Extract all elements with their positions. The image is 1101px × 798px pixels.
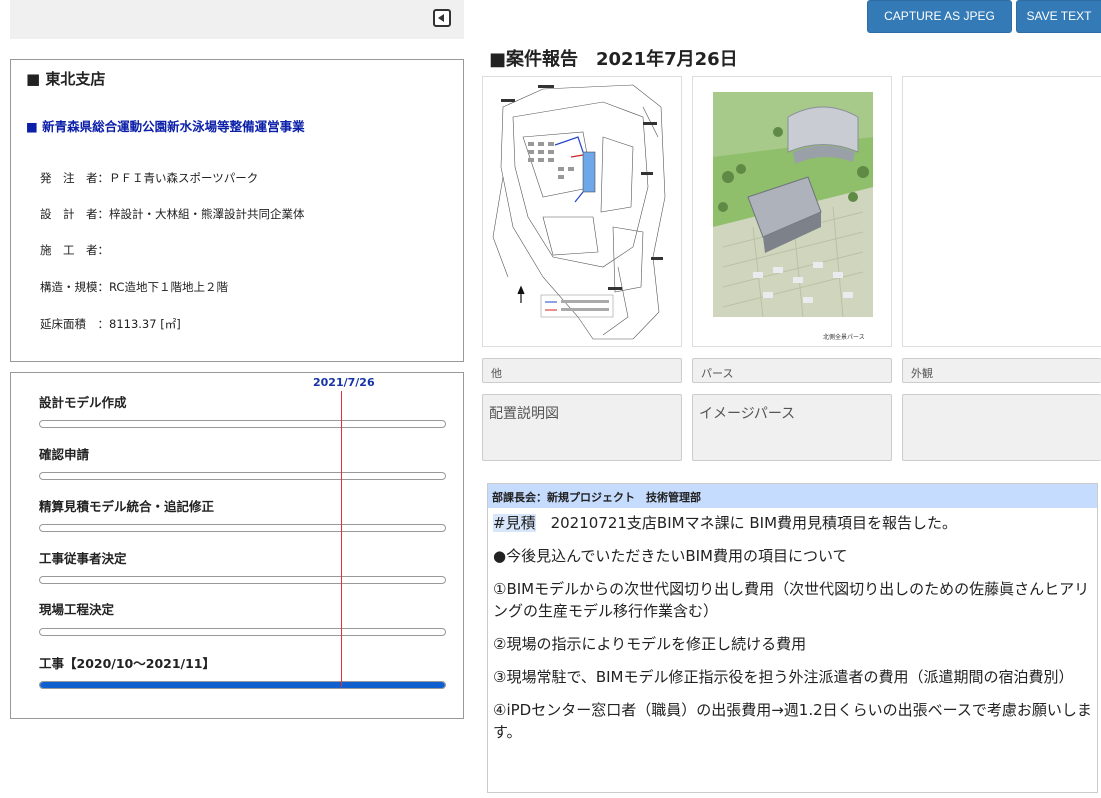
task-progress-bar [39, 420, 446, 428]
branch-title: ■ 東北支店 [26, 70, 106, 88]
note-line: ●今後見込んでいただきたいBIM費用の項目について [493, 547, 848, 565]
caption-field[interactable]: 他 [482, 358, 682, 383]
caption-field[interactable]: 外観 [902, 358, 1101, 383]
info-row-structure: 構造・規模：RC造地下１階地上２階 [40, 279, 228, 295]
site-plan-image [483, 77, 681, 346]
info-row-designer: 設 計 者：梓設計・大林組・熊澤設計共同企業体 [40, 206, 305, 222]
hashtag-link[interactable]: #見積 [493, 514, 536, 532]
task-progress-bar [39, 628, 446, 636]
today-label: 2021/7/26 [313, 376, 375, 389]
task-progress-bar [39, 681, 446, 689]
project-name: ■ 新青森県総合運動公園新水泳場等整備運営事業 [26, 119, 305, 134]
info-value: ＰＦＩ青い森スポーツパーク [109, 171, 259, 185]
meeting-notes-panel: 部課長会：新規プロジェクト 技術管理部 #見積 20210721支店BIMマネ課… [487, 483, 1098, 793]
task-progress-bar [39, 472, 446, 480]
description-field[interactable]: 配置説明図 [482, 394, 682, 461]
meeting-header: 部課長会：新規プロジェクト 技術管理部 [488, 484, 1097, 508]
info-value: RC造地下１階地上２階 [109, 280, 228, 294]
image-cell-perspective[interactable]: 北側全景パース [692, 76, 892, 347]
image-cell-site-plan[interactable] [482, 76, 682, 347]
schedule-panel: 2021/7/26 設計モデル作成 確認申請 精算見積モデル統合・追記修正 工事… [10, 372, 464, 719]
info-label: 発 注 者： [40, 171, 109, 185]
note-line: ④iPDセンター窓口者（職員）の出張費用→週1.2日くらいの出張ベースで考慮お願… [493, 701, 1092, 741]
perspective-inner-label: 北側全景パース [823, 333, 865, 341]
note-line: #見積 20210721支店BIMマネ課に BIM費用見積項目を報告した。 [493, 512, 1093, 534]
description-field[interactable]: イメージパース [692, 394, 892, 461]
info-row-orderer: 発 注 者：ＰＦＩ青い森スポーツパーク [40, 170, 258, 186]
info-label: 設 計 者： [40, 207, 109, 221]
info-value: 梓設計・大林組・熊澤設計共同企業体 [109, 207, 305, 221]
today-marker-line [341, 391, 342, 687]
task-label: 設計モデル作成 [39, 395, 127, 410]
task-progress-fill [40, 682, 445, 688]
task-label: 確認申請 [39, 447, 90, 462]
info-label: 構造・規模： [40, 280, 109, 294]
note-text: 20210721支店BIMマネ課に BIM費用見積項目を報告した。 [535, 514, 958, 532]
perspective-image: 北側全景パース [693, 77, 891, 346]
task-label: 精算見積モデル統合・追記修正 [39, 499, 215, 514]
info-row-floor-area: 延床面積 ：8113.37 [㎡] [40, 316, 181, 332]
note-line: ②現場の指示によりモデルを修正し続ける費用 [493, 635, 807, 653]
note-line: ③現場常駐で、BIMモデル修正指示役を担う外注派遣者の費用（派遣期間の宿泊費別） [493, 668, 1074, 686]
report-title: ■案件報告 2021年7月26日 [489, 49, 738, 70]
note-line: ①BIMモデルからの次世代図切り出し費用（次世代図切り出しのための佐藤眞さんヒア… [493, 580, 1090, 620]
collapse-panel-icon[interactable] [433, 9, 451, 27]
info-value: 8113.37 [㎡] [109, 317, 181, 331]
task-label: 工事【2020/10～2021/11】 [39, 656, 216, 671]
info-label: 延床面積 ： [40, 317, 109, 331]
task-progress-bar [39, 576, 446, 584]
left-topbar [10, 0, 464, 39]
caption-field[interactable]: パース [692, 358, 892, 383]
meeting-notes-body[interactable]: #見積 20210721支店BIMマネ課に BIM費用見積項目を報告した。 ●今… [493, 512, 1093, 754]
image-cell-exterior[interactable] [902, 76, 1101, 347]
capture-jpeg-button[interactable]: CAPTURE AS JPEG [867, 0, 1012, 33]
save-text-button[interactable]: SAVE TEXT [1016, 0, 1101, 33]
branch-info-panel: ■ 東北支店 ■ 新青森県総合運動公園新水泳場等整備運営事業 発 注 者：ＰＦＩ… [10, 59, 464, 362]
task-label: 現場工程決定 [39, 602, 115, 617]
task-progress-bar [39, 524, 446, 532]
info-label: 施 工 者： [40, 243, 109, 257]
task-label: 工事従事者決定 [39, 551, 127, 566]
info-row-contractor: 施 工 者： [40, 242, 109, 258]
description-field[interactable] [902, 394, 1101, 461]
